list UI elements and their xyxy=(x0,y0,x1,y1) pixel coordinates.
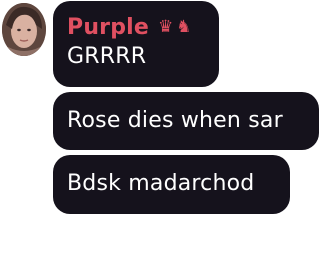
author-name[interactable]: Purple xyxy=(67,15,149,40)
message-bubble[interactable]: Purple ♛ ♞ GRRRR xyxy=(53,1,219,87)
message-bubble[interactable]: Bdsk madarchod xyxy=(53,155,290,214)
message-text: GRRRR xyxy=(67,44,147,69)
chat-message-group: Purple ♛ ♞ GRRRR Rose dies when sar Bdsk… xyxy=(0,0,320,265)
crown-icon: ♛ xyxy=(158,16,174,37)
avatar-image xyxy=(2,3,46,56)
avatar[interactable] xyxy=(2,3,46,56)
message-text: Rose dies when sar xyxy=(67,108,283,133)
message-header: Purple ♛ ♞ xyxy=(67,13,207,41)
message-text: Bdsk madarchod xyxy=(67,171,255,196)
knight-icon: ♞ xyxy=(176,16,192,37)
message-bubble[interactable]: Rose dies when sar xyxy=(53,92,319,150)
